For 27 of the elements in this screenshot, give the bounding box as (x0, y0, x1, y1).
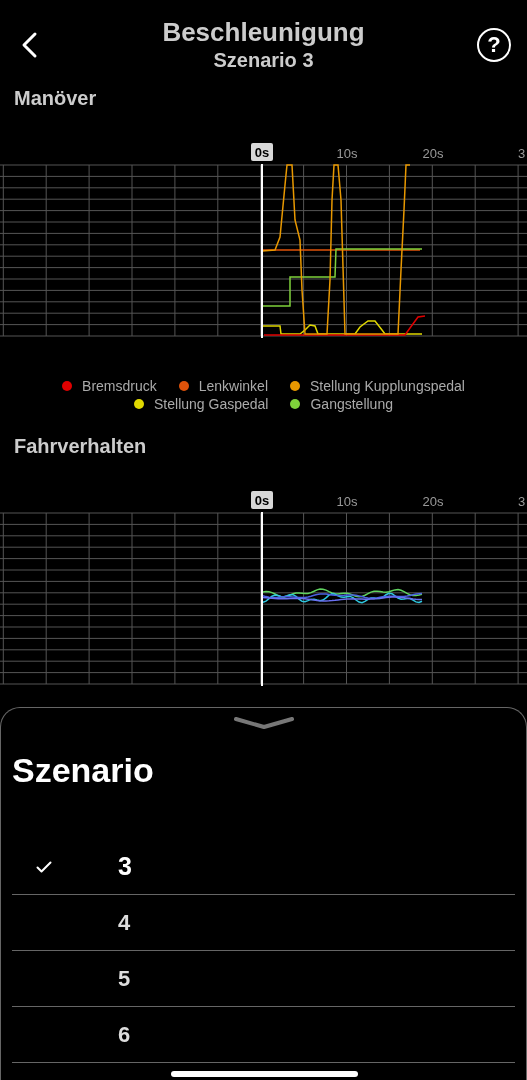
scenario-option[interactable]: 3 (12, 839, 515, 895)
scenario-option[interactable]: 4 (12, 895, 515, 951)
axis-label: 20s (422, 146, 444, 161)
screen-title: Beschleunigung (162, 17, 365, 47)
scenario-option[interactable]: 6 (12, 1007, 515, 1063)
screen-subtitle: Szenario 3 (213, 48, 314, 73)
time-badge[interactable]: 0s (251, 143, 273, 161)
legend-label: Bremsdruck (82, 378, 157, 394)
check-icon (36, 860, 52, 873)
help-button[interactable]: ? (477, 28, 511, 62)
chevron-left-icon (20, 31, 38, 59)
scenario-option[interactable]: 5 (12, 951, 515, 1007)
axis-label: 3 (518, 494, 526, 509)
section-title: Fahrverhalten (13, 434, 148, 458)
section-title: Manöver (13, 86, 98, 110)
back-button[interactable] (20, 31, 38, 59)
sheet-title: Szenario (11, 750, 155, 790)
axis-label: 10s (336, 146, 358, 161)
axis-label: 10s (336, 494, 358, 509)
legend-label: Stellung Gaspedal (154, 396, 269, 412)
legend-label: Gangstellung (310, 396, 393, 412)
time-badge[interactable]: 0s (251, 491, 273, 509)
legend-label: Lenkwinkel (198, 378, 268, 394)
axis-label: 3 (518, 146, 526, 161)
collapse-handle[interactable] (233, 716, 294, 730)
legend-label: Stellung Kupplungspedal (310, 378, 465, 394)
axis-label: 20s (422, 494, 444, 509)
